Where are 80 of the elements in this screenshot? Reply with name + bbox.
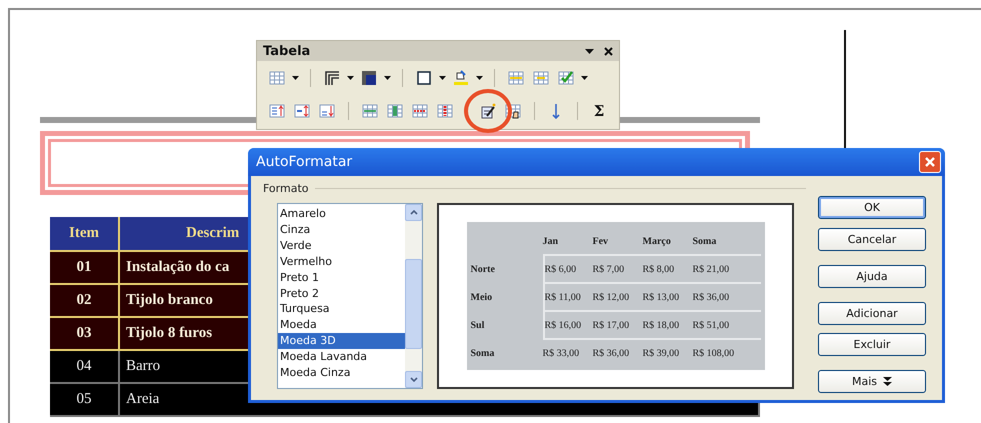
table-header: Item (50, 217, 120, 252)
delete-row-icon[interactable] (412, 102, 428, 118)
caret-icon[interactable] (476, 76, 483, 80)
insert-row-icon[interactable] (362, 102, 378, 118)
borders-icon[interactable] (324, 70, 340, 86)
preview-cell: R$ 8,00 (642, 254, 692, 282)
group-label: Formato (263, 182, 308, 195)
insert-column-icon[interactable] (387, 102, 403, 118)
list-item[interactable]: Moeda (278, 317, 405, 334)
double-caret-icon (883, 377, 892, 386)
preview-cell: R$ 108,00 (692, 338, 760, 366)
list-item[interactable]: Turquesa (278, 301, 405, 318)
preview-row-label: Sul (470, 318, 486, 332)
preview-cell: R$ 21,00 (692, 254, 760, 282)
preview-cell: R$ 11,00 (542, 282, 592, 310)
list-item[interactable]: Moeda 3D (278, 333, 405, 350)
preview-row-label: Norte (470, 262, 496, 276)
align-top-icon[interactable] (269, 102, 285, 118)
toolbar-title: Tabela (263, 44, 310, 58)
list-item[interactable]: Vermelho (278, 254, 405, 270)
preview-header: Soma (692, 234, 718, 248)
preview-header: Março (642, 234, 672, 248)
table-check-icon[interactable] (558, 70, 574, 86)
preview-cell: R$ 17,00 (592, 310, 642, 338)
preview-header: Fev (592, 234, 610, 248)
list-item[interactable]: Moeda Cinza (278, 365, 405, 381)
table-icon[interactable] (269, 70, 285, 86)
preview-cell: R$ 12,00 (592, 282, 642, 310)
dialog-button[interactable]: Cancelar (818, 228, 926, 251)
dialog-button[interactable]: OK (818, 196, 926, 219)
list-item[interactable]: Cinza (278, 222, 405, 238)
dialog-button[interactable]: Adicionar (818, 302, 926, 325)
menu-caret-icon[interactable] (585, 48, 594, 54)
align-bottom-icon[interactable] (319, 102, 335, 118)
preview-cell: R$ 16,00 (542, 310, 592, 338)
close-icon (924, 156, 936, 168)
list-item[interactable]: Preto 1 (278, 270, 405, 286)
table-cell: 01 (50, 252, 120, 285)
dialog-title: AutoFormatar (256, 154, 352, 170)
scroll-down-button[interactable] (405, 371, 422, 388)
close-button[interactable] (919, 151, 941, 173)
table-cell: 03 (50, 318, 120, 351)
close-icon[interactable] (604, 46, 613, 56)
caret-icon[interactable] (347, 76, 354, 80)
caret-icon[interactable] (384, 76, 391, 80)
magic-wand-icon[interactable] (480, 102, 496, 118)
list-item[interactable]: Moeda Lavanda (278, 349, 405, 366)
preview-cell: R$ 51,00 (692, 310, 760, 338)
align-center-icon[interactable] (294, 102, 310, 118)
caret-icon[interactable] (439, 76, 446, 80)
list-item[interactable]: Verde (278, 238, 405, 254)
sum-button[interactable]: Σ (589, 102, 609, 120)
preview-cell: R$ 36,00 (692, 282, 760, 310)
table-cell: 05 (50, 384, 120, 417)
scroll-up-button[interactable] (405, 204, 422, 221)
preview-header: Jan (542, 234, 560, 248)
scroll-thumb[interactable] (405, 259, 422, 349)
preview-cell: R$ 6,00 (542, 254, 592, 282)
preview-cell: R$ 39,00 (642, 338, 692, 366)
paint-bucket-icon[interactable] (453, 70, 469, 86)
preview-cell: R$ 36,00 (592, 338, 642, 366)
box-icon[interactable] (416, 70, 432, 86)
preview-cell: R$ 13,00 (642, 282, 692, 310)
border-color-icon[interactable] (361, 70, 377, 86)
merge-cells-icon[interactable] (508, 70, 524, 86)
split-cells-icon[interactable] (533, 70, 549, 86)
dialog-button[interactable]: Mais (818, 370, 926, 393)
preview-cell: R$ 18,00 (642, 310, 692, 338)
list-item[interactable]: Preto 2 (278, 286, 405, 302)
table-cell: 04 (50, 351, 120, 384)
table-cell: 02 (50, 285, 120, 318)
preview-row-label: Meio (470, 290, 494, 304)
preview-cell: R$ 7,00 (592, 254, 642, 282)
dialog-button[interactable]: Ajuda (818, 265, 926, 288)
caret-icon[interactable] (581, 76, 588, 80)
format-list[interactable]: Amarelo Cinza Verde Vermelho Preto 1 Preto 2 Turquesa Moeda Moeda 3D Moeda Lavanda Moeda Cinza (277, 203, 423, 389)
delete-column-icon[interactable] (437, 102, 453, 118)
preview-cell: R$ 33,00 (542, 338, 592, 366)
caret-icon[interactable] (292, 76, 299, 80)
dialog-button[interactable]: Excluir (818, 333, 926, 356)
